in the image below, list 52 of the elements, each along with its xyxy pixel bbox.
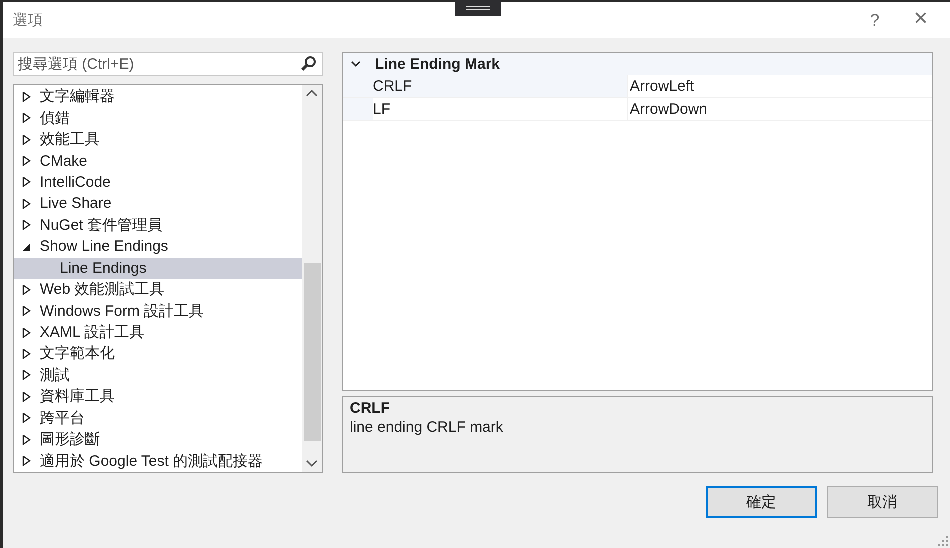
scrollbar[interactable] bbox=[302, 85, 322, 472]
tree-item[interactable]: Web 效能測試工具 bbox=[14, 278, 302, 300]
collapsed-arrow-icon[interactable] bbox=[22, 370, 31, 380]
tree-item[interactable]: CMake bbox=[14, 150, 302, 172]
collapsed-arrow-icon[interactable] bbox=[22, 177, 31, 188]
tree-item[interactable]: 跨平台 bbox=[14, 408, 302, 429]
search-icon bbox=[300, 55, 318, 73]
description-title: CRLF bbox=[350, 400, 390, 417]
tree-item[interactable]: Line Endings bbox=[14, 258, 302, 279]
collapsed-arrow-icon[interactable] bbox=[22, 413, 31, 424]
expanded-arrow-icon[interactable] bbox=[22, 242, 31, 252]
tree-item[interactable]: Windows Form 設計工具 bbox=[14, 300, 302, 322]
tree-item[interactable]: XAML 設計工具 bbox=[14, 322, 302, 344]
collapsed-arrow-icon[interactable] bbox=[22, 348, 31, 359]
tree-item[interactable]: 圖形診斷 bbox=[14, 429, 302, 450]
collapsed-arrow-icon[interactable] bbox=[22, 220, 31, 230]
category-label: Line Ending Mark bbox=[375, 56, 500, 72]
description-text: line ending CRLF mark bbox=[350, 418, 504, 436]
property-name[interactable]: LF bbox=[373, 98, 627, 120]
collapsed-arrow-icon[interactable] bbox=[22, 306, 31, 316]
collapsed-arrow-icon[interactable] bbox=[22, 198, 31, 209]
search-field[interactable]: 搜尋選項 (Ctrl+E) bbox=[13, 52, 323, 76]
collapsed-arrow-icon[interactable] bbox=[22, 434, 31, 445]
resize-grip-icon[interactable] bbox=[938, 536, 948, 546]
tree-item[interactable]: NuGet 套件管理員 bbox=[14, 214, 302, 236]
tree-item[interactable]: 文字範本化 bbox=[14, 343, 302, 365]
grip-icon[interactable] bbox=[455, 0, 501, 16]
chevron-down-icon[interactable] bbox=[351, 60, 361, 68]
tree-item[interactable]: 適用於 Google Test 的測試配接器 bbox=[14, 450, 302, 472]
cancel-button[interactable]: 取消 bbox=[827, 486, 938, 518]
tree-item[interactable]: IntelliCode bbox=[14, 172, 302, 194]
collapsed-arrow-icon[interactable] bbox=[22, 284, 31, 295]
ok-button[interactable]: 確定 bbox=[706, 486, 817, 518]
collapsed-arrow-icon[interactable] bbox=[22, 92, 31, 102]
tree-item[interactable]: 文字編輯器 bbox=[14, 86, 302, 108]
tree-item[interactable]: 測試 bbox=[14, 364, 302, 386]
window-title: 選項 bbox=[13, 10, 44, 30]
close-button[interactable]: × bbox=[898, 1, 944, 37]
tree-item[interactable]: Live Share bbox=[14, 193, 302, 215]
property-value[interactable]: ArrowDown bbox=[627, 98, 932, 120]
tree-item[interactable]: 效能工具 bbox=[14, 128, 302, 150]
help-button[interactable]: ? bbox=[852, 3, 898, 39]
collapsed-arrow-icon[interactable] bbox=[22, 134, 31, 145]
tree-item[interactable]: Show Line Endings bbox=[14, 236, 302, 258]
collapsed-arrow-icon[interactable] bbox=[22, 456, 31, 466]
collapsed-arrow-icon[interactable] bbox=[22, 156, 31, 166]
tree-item[interactable]: 偵錯 bbox=[14, 107, 302, 129]
collapsed-arrow-icon[interactable] bbox=[22, 113, 31, 124]
property-value[interactable]: ArrowLeft bbox=[627, 75, 932, 97]
collapsed-arrow-icon[interactable] bbox=[22, 328, 31, 338]
collapsed-arrow-icon[interactable] bbox=[22, 392, 31, 402]
tree-item[interactable]: 資料庫工具 bbox=[14, 386, 302, 408]
